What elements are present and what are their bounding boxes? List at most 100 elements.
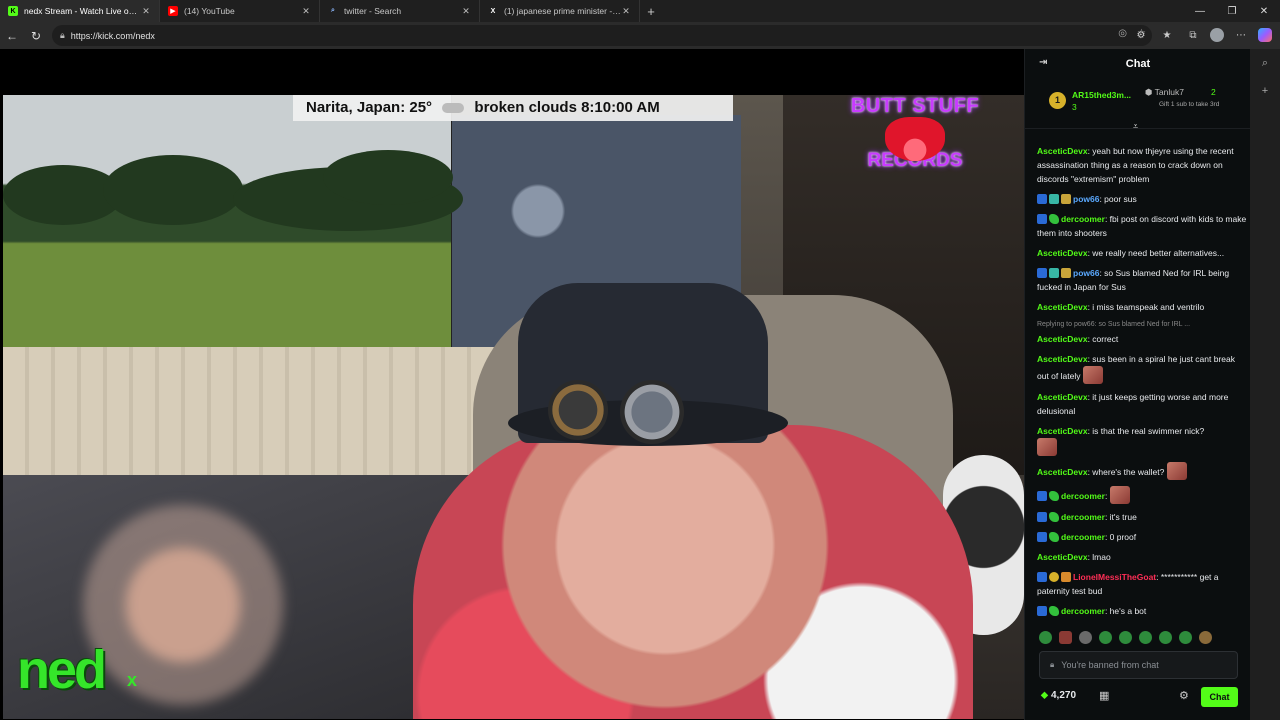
username[interactable]: dercoomer xyxy=(1061,491,1105,501)
tab-title: twitter - Search xyxy=(344,6,402,16)
chat-title: Chat xyxy=(1125,58,1151,70)
browser-tab-bar: K nedx Stream - Watch Live on Kick ✕ ▶ (… xyxy=(0,0,1280,22)
chat-message: Replying to pow66: so Sus blamed Ned for… xyxy=(1037,320,1247,346)
chat-input-placeholder: You're banned from chat xyxy=(1061,660,1159,670)
close-icon[interactable]: ✕ xyxy=(301,6,311,17)
tab-kick[interactable]: K nedx Stream - Watch Live on Kick ✕ xyxy=(0,0,160,22)
reply-context[interactable]: Replying to pow66: so Sus blamed Ned for… xyxy=(1037,320,1247,330)
chat-message: dercoomer: he's a bot xyxy=(1037,604,1247,618)
gifter-badge-icon xyxy=(1049,532,1059,542)
collections-icon[interactable]: ⧉ xyxy=(1184,24,1202,46)
username[interactable]: AsceticDevx xyxy=(1037,354,1088,364)
emote-icon[interactable] xyxy=(1099,631,1112,644)
username[interactable]: AsceticDevx xyxy=(1037,302,1088,312)
copilot-icon[interactable] xyxy=(1258,28,1272,42)
emote-icon[interactable] xyxy=(1159,631,1172,644)
weather-overlay: Narita, Japan: 25° broken clouds 8:10:00… xyxy=(293,95,733,121)
username[interactable]: LionelMessiTheGoat xyxy=(1073,572,1156,582)
username[interactable]: AsceticDevx xyxy=(1037,552,1088,562)
username[interactable]: pow66 xyxy=(1073,268,1099,278)
search-icon[interactable]: ⌕ xyxy=(1250,49,1280,77)
emote-icon[interactable] xyxy=(1119,631,1132,644)
favorites-icon[interactable]: ★ xyxy=(1158,24,1176,46)
username[interactable]: AsceticDevx xyxy=(1037,426,1088,436)
more-menu-icon[interactable]: ⋯ xyxy=(1232,24,1250,46)
new-tab-button[interactable]: + xyxy=(640,0,662,22)
second-gifter[interactable]: ⬢ Tanluk7 xyxy=(1145,87,1184,98)
goggle-left xyxy=(548,380,608,440)
message-text: : lmao xyxy=(1087,552,1111,562)
collapse-chat-icon[interactable]: ⇥ xyxy=(1039,57,1047,68)
sub-badge-icon xyxy=(1049,268,1059,278)
close-icon[interactable]: ✕ xyxy=(461,6,471,17)
minimize-icon[interactable]: — xyxy=(1184,0,1216,22)
verified-badge-icon xyxy=(1037,532,1047,542)
url-field[interactable]: 🔒︎ https://kick.com/nedx ◎ ☆ xyxy=(52,25,1152,46)
username[interactable]: AsceticDevx xyxy=(1037,467,1088,477)
emote-icon[interactable] xyxy=(1039,631,1052,644)
username[interactable]: AsceticDevx xyxy=(1037,334,1088,344)
channel-points[interactable]: ⬥ 4,270 xyxy=(1041,690,1076,701)
chat-message: dercoomer: it's true xyxy=(1037,510,1247,524)
username[interactable]: dercoomer xyxy=(1061,532,1105,542)
send-chat-button[interactable]: Chat xyxy=(1201,687,1238,707)
maximize-icon[interactable]: ❐ xyxy=(1216,0,1248,22)
gifter-badge-icon xyxy=(1049,606,1059,616)
reader-icon[interactable]: ◎ xyxy=(1118,28,1127,39)
message-text: : is that the real swimmer nick? xyxy=(1087,426,1205,436)
username[interactable]: AsceticDevx xyxy=(1037,146,1088,156)
close-icon[interactable]: ✕ xyxy=(141,6,151,17)
verified-badge-icon xyxy=(1037,214,1047,224)
username[interactable]: dercoomer xyxy=(1061,214,1105,224)
second-gifter-name: Tanluk7 xyxy=(1154,87,1184,97)
emote-icon xyxy=(1167,462,1188,480)
chat-message: AsceticDevx: sus been in a spiral he jus… xyxy=(1037,352,1247,384)
username[interactable]: pow66 xyxy=(1073,194,1099,204)
back-icon[interactable]: ← xyxy=(0,24,24,48)
chat-message: dercoomer: fbi post on discord with kids… xyxy=(1037,212,1247,240)
username[interactable]: AsceticDevx xyxy=(1037,392,1088,402)
gifter-badge-icon xyxy=(1049,491,1059,501)
emote-icon[interactable] xyxy=(1199,631,1212,644)
add-icon[interactable]: + xyxy=(1250,77,1280,105)
emote-icon[interactable] xyxy=(1059,631,1072,644)
gifter-badge-icon xyxy=(1049,214,1059,224)
address-bar-row: ← ↻ 🔒︎ https://kick.com/nedx ◎ ☆ ⚙ ★ ⧉ ⋯ xyxy=(0,22,1280,49)
logo-top-text: BUTT STUFF xyxy=(850,95,980,117)
chat-settings-icon[interactable]: ⚙ xyxy=(1179,689,1189,702)
kick-icon: K xyxy=(8,6,18,16)
username[interactable]: dercoomer xyxy=(1061,606,1105,616)
tongue-logo-icon xyxy=(885,117,945,161)
message-text: : correct xyxy=(1087,334,1119,344)
chat-message: dercoomer: 0 proof xyxy=(1037,530,1247,544)
reload-icon[interactable]: ↻ xyxy=(24,24,48,48)
window-controls: — ❐ ✕ xyxy=(1184,0,1280,22)
goggle-right xyxy=(620,380,684,444)
tab-youtube[interactable]: ▶ (14) YouTube ✕ xyxy=(160,0,320,22)
emote-icon[interactable] xyxy=(1079,631,1092,644)
top-gifter-name[interactable]: AR15thed3m... xyxy=(1072,90,1131,100)
weather-location: Narita, Japan: 25° xyxy=(306,99,433,116)
chat-header: ⇥ Chat xyxy=(1025,49,1251,79)
extension-icon[interactable]: ⚙ xyxy=(1132,24,1150,46)
tab-twitter-search[interactable]: ⌕ twitter - Search ✕ xyxy=(320,0,480,22)
points-value: 4,270 xyxy=(1051,690,1077,701)
expand-leaderboard-icon[interactable]: ⩡ xyxy=(1133,121,1138,132)
video-player[interactable]: Narita, Japan: 25° broken clouds 8:10:00… xyxy=(0,49,1024,720)
verified-badge-icon xyxy=(1037,572,1047,582)
chat-input[interactable]: 🔒︎ You're banned from chat xyxy=(1039,651,1238,679)
channel-logo-text: ned xyxy=(17,640,107,700)
tab-x[interactable]: X (1) japanese prime minister - Se ✕ xyxy=(480,0,640,22)
lock-icon[interactable]: 🔒︎ xyxy=(60,30,65,41)
emote-icon[interactable] xyxy=(1179,631,1192,644)
username[interactable]: AsceticDevx xyxy=(1037,248,1088,258)
profile-avatar[interactable] xyxy=(1210,28,1224,42)
window-blinds xyxy=(3,347,523,487)
store-icon[interactable]: ▦ xyxy=(1099,689,1109,702)
window-close-icon[interactable]: ✕ xyxy=(1248,0,1280,22)
close-icon[interactable]: ✕ xyxy=(621,6,631,17)
gift-sub-prompt[interactable]: Gift 1 sub to take 3rd xyxy=(1159,101,1243,109)
stream-video[interactable]: Narita, Japan: 25° broken clouds 8:10:00… xyxy=(3,95,1024,719)
username[interactable]: dercoomer xyxy=(1061,512,1105,522)
emote-icon[interactable] xyxy=(1139,631,1152,644)
